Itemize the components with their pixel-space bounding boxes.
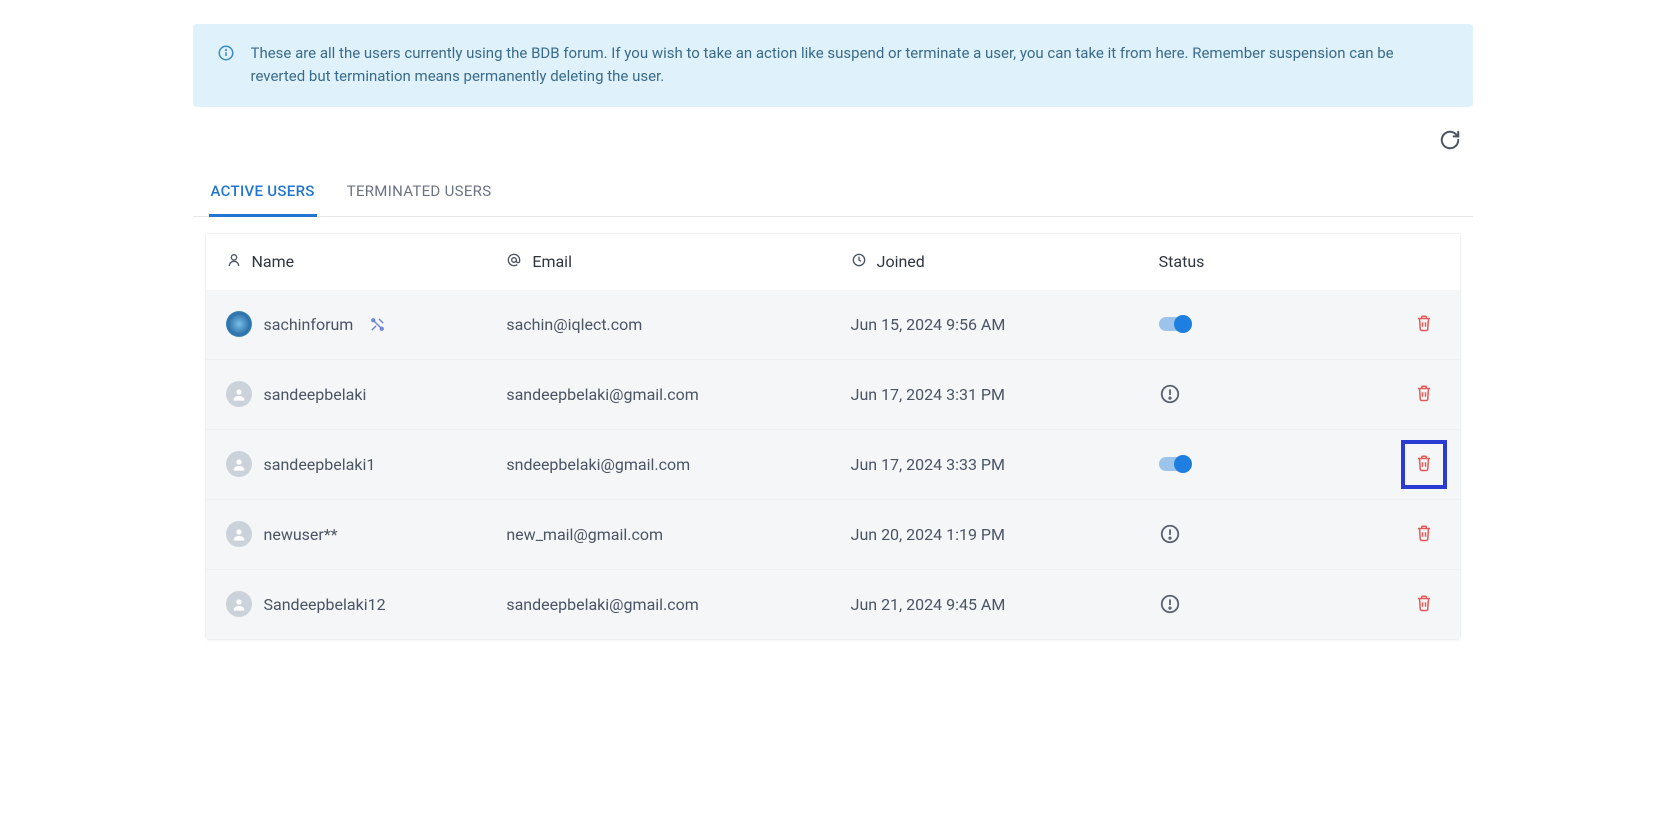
user-name: Sandeepbelaki12	[264, 595, 386, 614]
trash-icon	[1415, 460, 1433, 475]
trash-icon	[1415, 530, 1433, 545]
col-joined: Joined	[877, 252, 925, 271]
trash-icon	[1415, 390, 1433, 405]
delete-button[interactable]	[1409, 588, 1439, 621]
trash-icon	[1415, 320, 1433, 335]
refresh-button[interactable]	[1435, 125, 1465, 158]
delete-button[interactable]	[1409, 448, 1439, 481]
user-email: sachin@iqlect.com	[506, 315, 850, 334]
alert-text: These are all the users currently using …	[251, 42, 1449, 89]
col-name: Name	[252, 252, 295, 271]
avatar	[226, 591, 252, 617]
status-toggle[interactable]	[1159, 457, 1189, 471]
avatar	[226, 521, 252, 547]
tab-terminated-users[interactable]: TERMINATED USERS	[345, 170, 494, 217]
info-alert: These are all the users currently using …	[193, 24, 1473, 107]
user-name: sandeepbelaki1	[264, 455, 376, 474]
user-email: sandeepbelaki@gmail.com	[506, 595, 850, 614]
alert-icon[interactable]	[1159, 383, 1181, 405]
avatar	[226, 381, 252, 407]
tools-icon	[369, 316, 386, 333]
user-joined: Jun 17, 2024 3:31 PM	[851, 385, 1159, 404]
user-joined: Jun 17, 2024 3:33 PM	[851, 455, 1159, 474]
user-email: sndeepbelaki@gmail.com	[506, 455, 850, 474]
user-joined: Jun 20, 2024 1:19 PM	[851, 525, 1159, 544]
user-icon	[226, 252, 242, 272]
avatar	[226, 451, 252, 477]
delete-button[interactable]	[1409, 308, 1439, 341]
delete-button[interactable]	[1409, 378, 1439, 411]
user-joined: Jun 21, 2024 9:45 AM	[851, 595, 1159, 614]
user-name: sandeepbelaki	[264, 385, 367, 404]
table-row: sandeepbelaki sandeepbelaki@gmail.comJun …	[206, 359, 1460, 429]
tabs: ACTIVE USERS TERMINATED USERS	[193, 170, 1473, 217]
col-status: Status	[1159, 252, 1205, 271]
table-row: newuser** new_mail@gmail.comJun 20, 2024 …	[206, 499, 1460, 569]
users-table: Name Email Joined Status sachinforumsach…	[205, 233, 1461, 640]
user-email: sandeepbelaki@gmail.com	[506, 385, 850, 404]
refresh-icon	[1439, 139, 1461, 154]
user-name: sachinforum	[264, 315, 354, 334]
info-icon	[217, 42, 235, 69]
alert-icon[interactable]	[1159, 593, 1181, 615]
avatar	[226, 311, 252, 337]
table-header: Name Email Joined Status	[206, 234, 1460, 290]
user-email: new_mail@gmail.com	[506, 525, 850, 544]
at-icon	[506, 252, 522, 272]
user-joined: Jun 15, 2024 9:56 AM	[851, 315, 1159, 334]
table-row: sachinforum sachin@iqlect.comJun 15, 2024…	[206, 290, 1460, 359]
status-toggle[interactable]	[1159, 317, 1189, 331]
col-email: Email	[532, 252, 572, 271]
tab-active-users[interactable]: ACTIVE USERS	[209, 170, 317, 217]
table-row: sandeepbelaki1 sndeepbelaki@gmail.comJun …	[206, 429, 1460, 499]
trash-icon	[1415, 600, 1433, 615]
delete-button[interactable]	[1409, 518, 1439, 551]
table-row: Sandeepbelaki12 sandeepbelaki@gmail.comJu…	[206, 569, 1460, 639]
clock-icon	[851, 252, 867, 272]
alert-icon[interactable]	[1159, 523, 1181, 545]
user-name: newuser**	[264, 525, 338, 544]
